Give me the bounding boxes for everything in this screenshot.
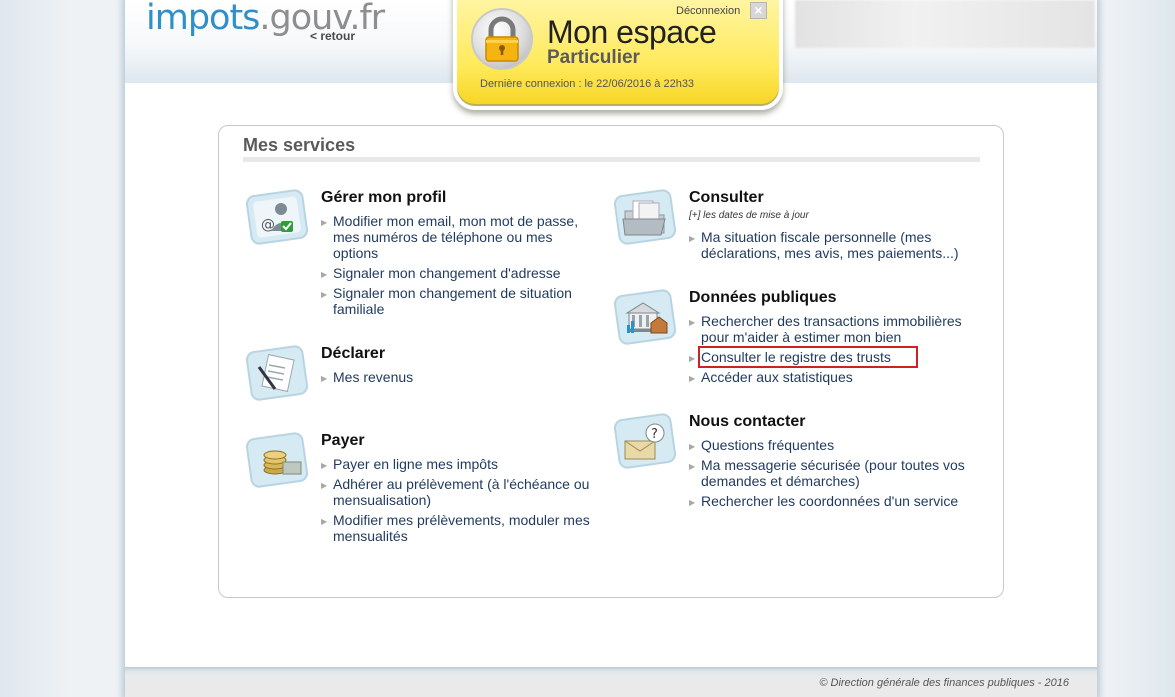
- last-login-text: Dernière connexion : le 22/06/2016 à 22h…: [480, 78, 695, 90]
- profil-list: Modifier mon email, mon mot de passe, me…: [321, 213, 597, 321]
- list-item[interactable]: Rechercher des transactions immobilières…: [689, 313, 979, 345]
- footer: © Direction générale des finances publiq…: [125, 667, 1097, 697]
- group-donnees: Données publiques Rechercher des transac…: [613, 289, 983, 389]
- back-link[interactable]: < retour: [310, 29, 355, 43]
- espace-title: Mon espace: [547, 14, 717, 50]
- list-item[interactable]: Signaler mon changement d'adresse: [321, 265, 597, 283]
- list-item[interactable]: Modifier mon email, mon mot de passe, me…: [321, 213, 597, 261]
- pay-icon: [245, 432, 309, 488]
- page: impots.gouv.fr < retour Déconnexion × Mo…: [125, 0, 1097, 697]
- link-change-family[interactable]: Signaler mon changement de situation fam…: [333, 285, 572, 317]
- mon-espace-panel: Déconnexion × Mon espace Particulier Der…: [453, 0, 783, 110]
- logo-left: impots: [146, 0, 260, 38]
- consult-icon: [613, 189, 677, 245]
- blurred-user-area: [795, 0, 1095, 48]
- list-item[interactable]: Rechercher les coordonnées d'un service: [689, 493, 979, 511]
- update-dates-link[interactable]: [+] les dates de mise à jour: [689, 210, 809, 221]
- group-title-consulter: Consulter: [689, 189, 764, 206]
- link-transactions-immobilieres[interactable]: Rechercher des transactions immobilières…: [701, 313, 962, 345]
- list-item[interactable]: Mes revenus: [321, 369, 597, 387]
- list-item[interactable]: Accéder aux statistiques: [689, 369, 979, 387]
- link-payer-en-ligne[interactable]: Payer en ligne mes impôts: [333, 456, 498, 472]
- contact-icon: ?: [613, 413, 677, 469]
- services-title: Mes services: [243, 135, 356, 155]
- group-title-profil: Gérer mon profil: [321, 189, 447, 206]
- group-profil: @ Gérer mon profil Modifier mon email, m…: [245, 189, 605, 324]
- declarer-list: Mes revenus: [321, 369, 597, 389]
- link-questions-frequentes[interactable]: Questions fréquentes: [701, 437, 834, 453]
- group-declarer: Déclarer Mes revenus: [245, 345, 605, 415]
- divider: [243, 157, 980, 162]
- declare-icon: [245, 345, 309, 401]
- group-title-donnees: Données publiques: [689, 289, 837, 306]
- contact-list: Questions fréquentes Ma messagerie sécur…: [689, 437, 979, 513]
- group-payer: Payer Payer en ligne mes impôts Adhérer …: [245, 432, 605, 562]
- link-messagerie-securisee[interactable]: Ma messagerie sécurisée (pour toutes vos…: [701, 457, 965, 489]
- list-item[interactable]: Modifier mes prélèvements, moduler mes m…: [321, 512, 597, 544]
- link-adherer-prelevement[interactable]: Adhérer au prélèvement (à l'échéance ou …: [333, 476, 589, 508]
- list-item[interactable]: Adhérer au prélèvement (à l'échéance ou …: [321, 476, 597, 508]
- group-title-contact: Nous contacter: [689, 413, 806, 430]
- payer-list: Payer en ligne mes impôts Adhérer au pré…: [321, 456, 597, 548]
- list-item[interactable]: Signaler mon changement de situation fam…: [321, 285, 597, 317]
- profile-icon: @: [245, 189, 309, 245]
- svg-text:@: @: [261, 217, 275, 233]
- consulter-list: Ma situation fiscale personnelle (mes dé…: [689, 229, 979, 265]
- public-data-icon: [613, 289, 677, 345]
- link-coordonnees-service[interactable]: Rechercher les coordonnées d'un service: [701, 493, 958, 509]
- list-item[interactable]: Ma messagerie sécurisée (pour toutes vos…: [689, 457, 979, 489]
- link-situation-fiscale[interactable]: Ma situation fiscale personnelle (mes dé…: [701, 229, 959, 261]
- link-modify-email[interactable]: Modifier mon email, mon mot de passe, me…: [333, 213, 578, 261]
- list-item[interactable]: Consulter le registre des trusts: [689, 346, 979, 368]
- group-title-declarer: Déclarer: [321, 345, 386, 362]
- link-mes-revenus[interactable]: Mes revenus: [333, 369, 413, 385]
- lock-icon: [471, 8, 533, 70]
- copyright-text: © Direction générale des finances publiq…: [819, 677, 1069, 689]
- donnees-list: Rechercher des transactions immobilières…: [689, 313, 979, 389]
- svg-text:?: ?: [651, 427, 658, 442]
- link-change-address[interactable]: Signaler mon changement d'adresse: [333, 265, 561, 281]
- list-item[interactable]: Payer en ligne mes impôts: [321, 456, 597, 474]
- group-title-payer: Payer: [321, 432, 365, 449]
- services-panel: Mes services @ Gérer mon profil Modifier…: [218, 125, 1004, 598]
- close-icon[interactable]: ×: [750, 2, 767, 19]
- link-registre-trusts[interactable]: Consulter le registre des trusts: [698, 346, 918, 368]
- group-contact: ? Nous contacter Questions fréquentes Ma…: [613, 413, 983, 523]
- list-item[interactable]: Ma situation fiscale personnelle (mes dé…: [689, 229, 979, 261]
- link-statistiques[interactable]: Accéder aux statistiques: [701, 369, 853, 385]
- group-consulter: Consulter [+] les dates de mise à jour M…: [613, 189, 983, 269]
- espace-subtitle: Particulier: [547, 47, 640, 68]
- link-modifier-prelevements[interactable]: Modifier mes prélèvements, moduler mes m…: [333, 512, 590, 544]
- list-item[interactable]: Questions fréquentes: [689, 437, 979, 455]
